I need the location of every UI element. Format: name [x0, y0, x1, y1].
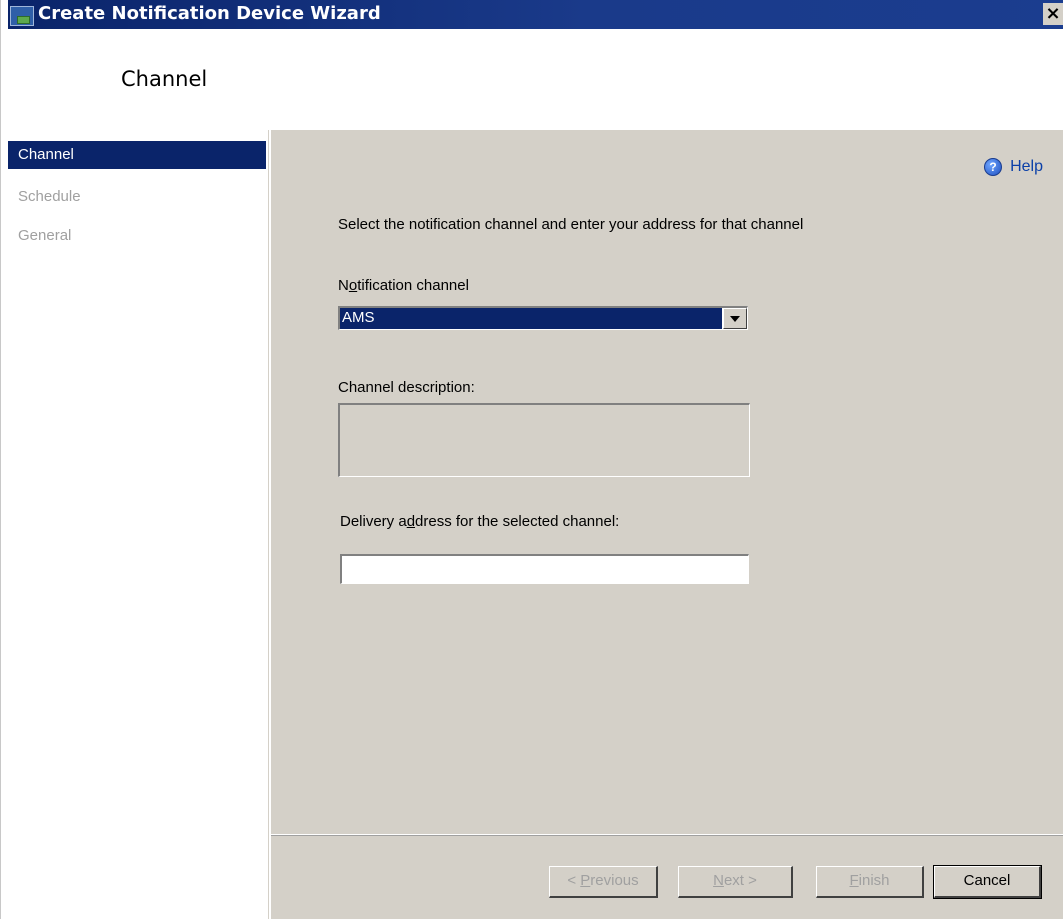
sidebar-item-channel[interactable]: Channel [8, 141, 266, 169]
wizard-steps-sidebar: Channel Schedule General [8, 130, 268, 919]
help-link[interactable]: ? Help [984, 158, 1043, 176]
sidebar-item-schedule[interactable]: Schedule [8, 183, 266, 211]
sidebar-item-general[interactable]: General [8, 222, 266, 250]
wizard-window: Create Notification Device Wizard × Chan… [0, 0, 1063, 919]
window-title: Create Notification Device Wizard [38, 3, 381, 24]
window-left-edge [0, 0, 1, 919]
wizard-content-panel: ? Help Select the notification channel a… [271, 130, 1063, 834]
instruction-text: Select the notification channel and ente… [338, 216, 804, 233]
wizard-header: Channel [8, 29, 1063, 130]
finish-button[interactable]: Finish [816, 866, 924, 898]
dropdown-button[interactable] [723, 308, 747, 329]
notification-channel-value: AMS [340, 308, 722, 329]
help-icon: ? [984, 158, 1003, 176]
chevron-down-icon [730, 316, 740, 322]
footer-separator [271, 835, 1063, 836]
previous-button[interactable]: < Previous [549, 866, 658, 898]
delivery-address-input[interactable] [340, 554, 749, 584]
notification-channel-select[interactable]: AMS [338, 306, 748, 330]
notification-channel-label: Notification channel [338, 277, 469, 294]
wizard-app-icon [10, 6, 34, 26]
next-button[interactable]: Next > [678, 866, 793, 898]
wizard-footer: < Previous Next > Finish Cancel [271, 834, 1063, 919]
help-label: Help [1010, 158, 1043, 175]
page-title: Channel [121, 67, 208, 91]
close-icon: × [1045, 3, 1061, 24]
close-button[interactable]: × [1043, 3, 1063, 25]
channel-description-label: Channel description: [338, 379, 475, 396]
cancel-button[interactable]: Cancel [933, 865, 1042, 899]
title-bar[interactable]: Create Notification Device Wizard × [8, 0, 1063, 29]
delivery-address-label: Delivery address for the selected channe… [340, 513, 620, 530]
channel-description-box [338, 403, 750, 477]
